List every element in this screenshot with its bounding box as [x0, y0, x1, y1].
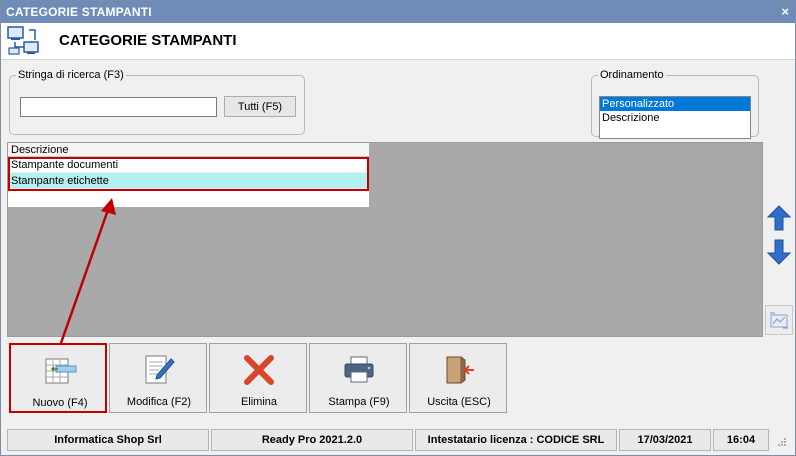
table-row[interactable]: Stampante etichette — [8, 173, 369, 189]
move-up-button[interactable] — [765, 203, 793, 233]
edit-button[interactable]: Modifica (F2) — [109, 343, 207, 413]
delete-button[interactable]: Elimina — [209, 343, 307, 413]
printer-categories-window: CATEGORIE STAMPANTI × CATEGORIE STAMPANT… — [0, 0, 796, 456]
status-date: 17/03/2021 — [619, 429, 711, 451]
show-all-button[interactable]: Tutti (F5) — [224, 96, 296, 117]
resize-grip-icon[interactable] — [777, 437, 787, 447]
edit-button-label: Modifica (F2) — [126, 396, 192, 408]
close-icon[interactable]: × — [781, 4, 789, 19]
new-button[interactable]: Nuovo (F4) — [9, 343, 107, 413]
search-group: Stringa di ricerca (F3) Tutti (F5) — [9, 69, 305, 135]
window-title: CATEGORIE STAMPANTI — [6, 5, 152, 19]
new-button-label: Nuovo (F4) — [32, 397, 88, 409]
delete-button-label: Elimina — [240, 396, 278, 408]
map-button[interactable] — [765, 305, 793, 335]
ordering-group: Ordinamento Personalizzato Descrizione — [591, 69, 759, 139]
status-license: Intestatario licenza : CODICE SRL — [415, 429, 617, 451]
edit-icon — [145, 355, 175, 384]
data-grid[interactable]: Descrizione Stampante documenti Stampant… — [7, 142, 763, 337]
move-down-button[interactable] — [765, 237, 793, 267]
status-company: Informatica Shop Srl — [7, 429, 209, 451]
map-icon — [770, 312, 788, 329]
delete-icon — [244, 355, 274, 385]
table-row[interactable]: Stampante documenti — [8, 157, 369, 173]
ordering-listbox[interactable]: Personalizzato Descrizione — [599, 96, 751, 139]
status-bar: Informatica Shop Srl Ready Pro 2021.2.0 … — [7, 429, 789, 451]
status-time: 16:04 — [713, 429, 769, 451]
network-icon — [7, 26, 39, 55]
exit-button[interactable]: Uscita (ESC) — [409, 343, 507, 413]
arrow-up-icon — [767, 205, 791, 231]
arrow-down-icon — [767, 239, 791, 265]
printer-icon — [344, 356, 374, 383]
ordering-legend: Ordinamento — [600, 69, 664, 81]
grid-table: Descrizione Stampante documenti Stampant… — [8, 143, 369, 207]
print-button-label: Stampa (F9) — [328, 396, 390, 408]
exit-door-icon — [446, 356, 474, 384]
print-button[interactable]: Stampa (F9) — [309, 343, 407, 413]
page-header: CATEGORIE STAMPANTI — [1, 23, 795, 60]
ordering-option[interactable]: Personalizzato — [600, 97, 750, 111]
search-input[interactable] — [20, 97, 217, 117]
search-legend: Stringa di ricerca (F3) — [18, 69, 124, 81]
exit-button-label: Uscita (ESC) — [427, 396, 491, 408]
ordering-option[interactable]: Descrizione — [600, 111, 750, 125]
status-product: Ready Pro 2021.2.0 — [211, 429, 413, 451]
new-record-icon — [45, 358, 77, 384]
grid-column-header-description[interactable]: Descrizione — [8, 143, 369, 157]
page-title: CATEGORIE STAMPANTI — [59, 32, 237, 49]
title-bar[interactable]: CATEGORIE STAMPANTI × — [1, 1, 795, 23]
